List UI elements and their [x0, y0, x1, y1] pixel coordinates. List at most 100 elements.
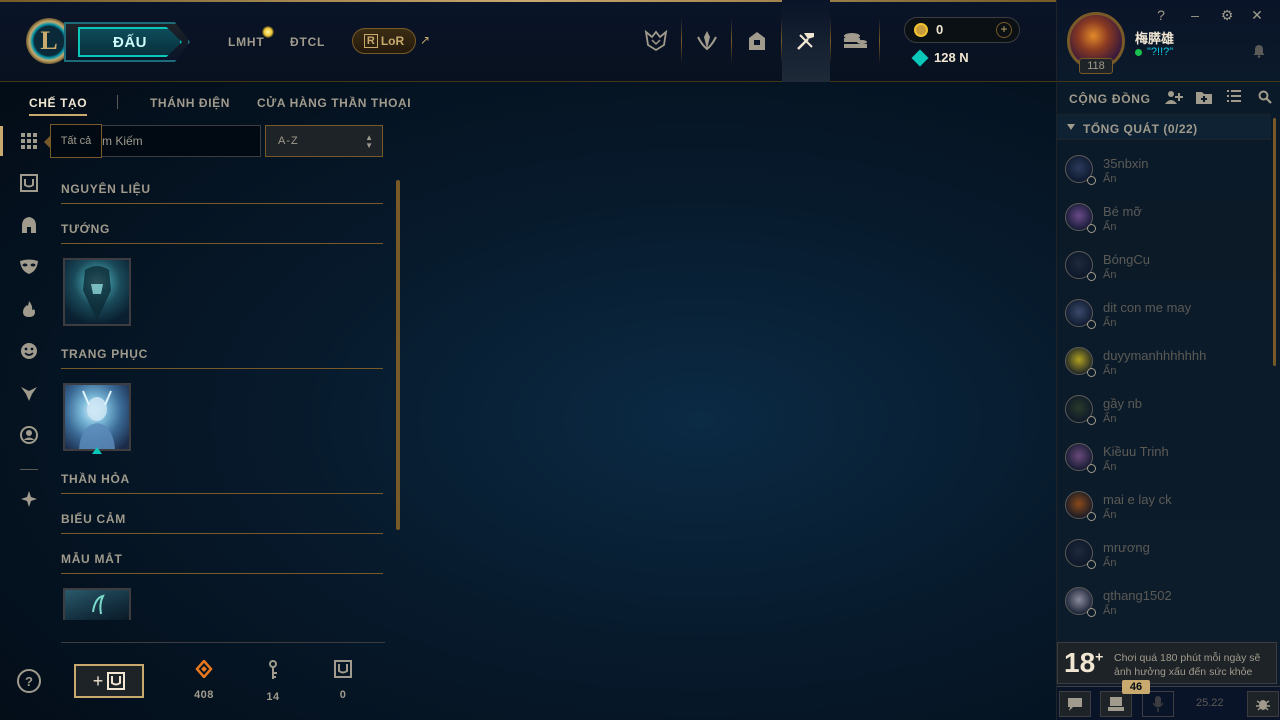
- friend-status: Ẩn: [1103, 221, 1117, 233]
- sort-value: A-Z: [278, 135, 299, 147]
- friend-list-item[interactable]: gầy nb Ẩn: [1057, 388, 1271, 436]
- play-button[interactable]: ĐẤU: [64, 22, 190, 62]
- friend-list-item[interactable]: mrương Ẩn: [1057, 532, 1271, 580]
- age-rating-badge: 18+: [1064, 647, 1103, 679]
- settings-gear-icon[interactable]: ⚙: [1219, 7, 1235, 24]
- key-amount: 14: [266, 691, 280, 703]
- add-friend-icon[interactable]: [1165, 90, 1183, 104]
- sort-dropdown[interactable]: A-Z ▲ ▼: [265, 125, 383, 157]
- sort-chevrons-icon: ▲ ▼: [365, 133, 374, 150]
- blue-essence: 128 N: [911, 49, 969, 66]
- chest-counter: 0: [323, 660, 363, 701]
- ward-skin-tile[interactable]: [63, 588, 131, 620]
- friend-group-general[interactable]: TỔNG QUÁT (0/22): [1057, 114, 1271, 140]
- friend-avatar: [1065, 443, 1096, 473]
- chat-button[interactable]: [1059, 691, 1091, 717]
- filter-champion-helmet-icon[interactable]: [18, 214, 40, 236]
- bug-icon: [1256, 700, 1270, 711]
- category-skins[interactable]: TRANG PHỤC: [61, 347, 383, 369]
- friend-avatar: [1065, 299, 1096, 329]
- missions-icon: [1108, 697, 1124, 711]
- offline-status-icon: [1087, 320, 1096, 329]
- notification-glow-icon: [262, 26, 274, 38]
- external-link-icon: ↗: [420, 33, 431, 47]
- close-icon[interactable]: ✕: [1249, 7, 1265, 24]
- friend-status: Ẩn: [1103, 557, 1117, 569]
- filter-other-icon[interactable]: [18, 488, 40, 510]
- profile-panel: 118 梅膵雄 "?!!?" ? – ⚙ ✕: [1056, 0, 1280, 82]
- nav-link-lmht[interactable]: LMHT: [228, 35, 265, 49]
- friend-list-item[interactable]: 35nbxin Ẩn: [1057, 148, 1271, 196]
- tab-sanctum[interactable]: THÁNH ĐIỆN: [150, 96, 230, 110]
- filter-summoner-icon[interactable]: [18, 424, 40, 446]
- blue-essence-amount: 128 N: [934, 50, 969, 65]
- friend-status: Ẩn: [1103, 413, 1117, 425]
- filter-all-grid-icon[interactable]: [18, 130, 40, 152]
- add-folder-icon[interactable]: [1196, 90, 1212, 104]
- friend-list-scrollbar[interactable]: [1273, 118, 1276, 366]
- notification-bell-icon[interactable]: [1253, 44, 1265, 58]
- store-icon[interactable]: [831, 0, 879, 82]
- friend-list-item[interactable]: qthang1502 Ẩn: [1057, 580, 1271, 628]
- tab-crafting[interactable]: CHẾ TẠO: [29, 96, 88, 116]
- friend-status: Ẩn: [1103, 365, 1117, 377]
- friend-list-item[interactable]: dit con me may Ẩn: [1057, 292, 1271, 340]
- tab-mythic-shop[interactable]: CỬA HÀNG THẦN THOẠI: [257, 96, 411, 110]
- filter-chest-icon[interactable]: [18, 172, 40, 194]
- friend-list-item[interactable]: duyymanhhhhhhh Ẩn: [1057, 340, 1271, 388]
- search-icon[interactable]: [1258, 90, 1272, 104]
- orange-essence-amount: 408: [194, 689, 214, 701]
- list-view-icon[interactable]: [1227, 90, 1241, 102]
- friend-name: mai e lay ck: [1103, 492, 1172, 507]
- friend-name: Kiềuu Trinh: [1103, 444, 1169, 459]
- friend-list-item[interactable]: Bé mỡ Ẩn: [1057, 196, 1271, 244]
- age-warning-banner: 18+ Chơi quá 180 phút mỗi ngày sẽ ảnh hư…: [1057, 642, 1277, 684]
- loot-icon[interactable]: [782, 0, 830, 82]
- craft-key-chest-button[interactable]: +: [74, 664, 144, 698]
- bug-report-button[interactable]: [1247, 691, 1279, 717]
- lor-button[interactable]: R LoR: [352, 28, 416, 54]
- category-emotes[interactable]: BIỂU CẢM: [61, 512, 383, 534]
- ranked-icon[interactable]: [683, 0, 731, 82]
- plus-icon: +: [92, 670, 104, 691]
- skin-shard-tile[interactable]: [63, 383, 131, 451]
- friend-name: Bé mỡ: [1103, 204, 1142, 219]
- status-message[interactable]: "?!!?": [1135, 46, 1173, 58]
- champion-shard-tile[interactable]: [63, 258, 131, 326]
- friend-avatar: [1065, 395, 1096, 425]
- summoner-name[interactable]: 梅膵雄: [1135, 28, 1174, 47]
- filter-ward-icon[interactable]: [18, 382, 40, 404]
- filter-emote-face-icon[interactable]: [18, 340, 40, 362]
- hextech-chest-icon: [334, 660, 352, 678]
- chevron-down-icon: [1067, 124, 1075, 130]
- category-materials[interactable]: NGUYÊN LIỆU: [61, 182, 383, 204]
- social-panel: CỘNG ĐỒNG TỔNG QUÁT (0/22) 35nbxin Ẩn Bé m…: [1056, 82, 1280, 720]
- missions-button[interactable]: [1100, 691, 1132, 717]
- minimize-icon[interactable]: –: [1187, 7, 1203, 23]
- friend-list-item[interactable]: Kiềuu Trinh Ẩn: [1057, 436, 1271, 484]
- friend-list-item[interactable]: mai e lay ck Ẩn: [1057, 484, 1271, 532]
- rail-divider: [20, 469, 38, 470]
- nav-divider: [879, 18, 880, 64]
- help-icon[interactable]: ?: [1153, 7, 1169, 23]
- friend-name: qthang1502: [1103, 588, 1172, 603]
- friend-group-label: TỔNG QUÁT (0/22): [1083, 122, 1198, 136]
- offline-status-icon: [1087, 512, 1096, 521]
- category-champions[interactable]: TƯỚNG: [61, 222, 383, 244]
- age-rating-number: 18: [1064, 647, 1096, 678]
- category-ward-skins[interactable]: MẪU MẮT: [61, 552, 383, 574]
- offline-status-icon: [1087, 416, 1096, 425]
- buy-rp-button[interactable]: +: [996, 22, 1012, 38]
- category-eternals[interactable]: THẦN HỎA: [61, 472, 383, 494]
- online-status-icon: [1135, 48, 1142, 56]
- nav-link-dtcl[interactable]: ĐTCL: [290, 35, 325, 49]
- worlds-icon[interactable]: [632, 0, 680, 82]
- help-question-button[interactable]: ?: [17, 669, 41, 693]
- friend-list-item[interactable]: BóngCụ Ẩn: [1057, 244, 1271, 292]
- filter-skin-mask-icon[interactable]: [18, 256, 40, 278]
- rp-amount: 0: [936, 22, 944, 37]
- collection-icon[interactable]: [733, 0, 781, 82]
- voice-button[interactable]: [1142, 691, 1174, 717]
- filter-eternals-flame-icon[interactable]: [18, 298, 40, 320]
- loot-list-scrollbar[interactable]: [396, 180, 400, 530]
